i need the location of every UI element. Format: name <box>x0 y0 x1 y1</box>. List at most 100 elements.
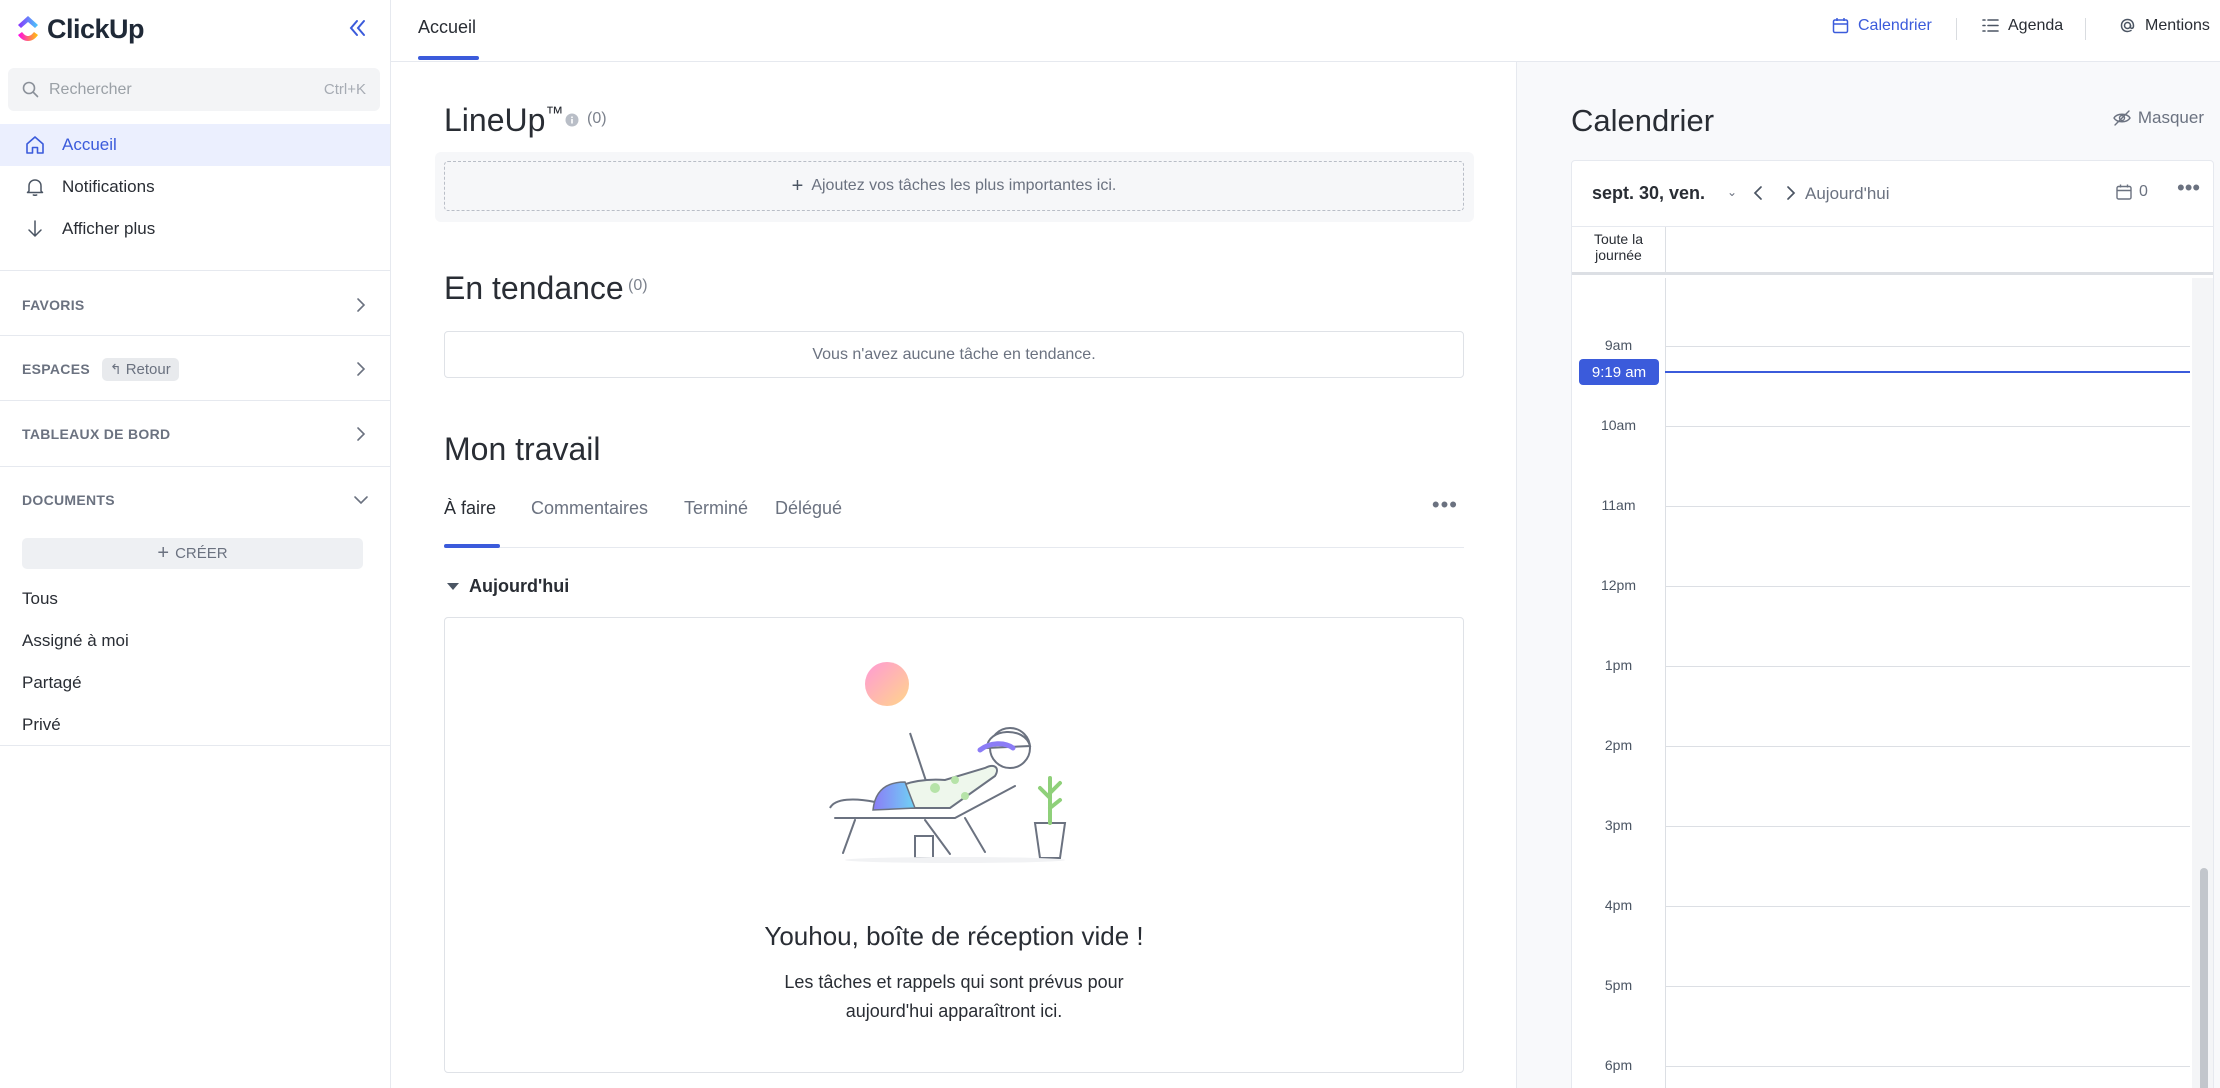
view-mentions-button[interactable]: Mentions <box>2118 16 2210 35</box>
separator <box>1665 227 1666 275</box>
hour-line <box>1665 346 2190 347</box>
chevron-right-icon[interactable] <box>352 425 370 443</box>
hour-label: 12pm <box>1600 577 1637 593</box>
tab-todo[interactable]: À faire <box>444 498 496 519</box>
section-documents[interactable]: DOCUMENTS <box>22 488 370 512</box>
sidebar-item-home[interactable]: Accueil <box>0 124 390 166</box>
hour-line <box>1665 586 2190 587</box>
divider <box>0 335 391 336</box>
bell-icon <box>26 179 44 196</box>
calendar-panel: Calendrier Masquer sept. 30, ven. ⌄ Aujo… <box>1517 62 2220 1088</box>
search-icon <box>22 81 39 98</box>
create-label: CRÉER <box>175 545 228 562</box>
tab-home[interactable]: Accueil <box>418 17 476 38</box>
trending-empty-text: Vous n'avez aucune tâche en tendance. <box>812 345 1096 363</box>
tab-comments[interactable]: Commentaires <box>531 498 648 519</box>
chevron-left-icon[interactable] <box>1750 184 1768 202</box>
hour-label: 5pm <box>1604 977 1633 993</box>
divider <box>0 466 391 467</box>
top-bar: Accueil Calendrier Agenda Mentions <box>391 0 2220 62</box>
plus-icon: + <box>157 542 170 564</box>
tab-done[interactable]: Terminé <box>684 498 748 519</box>
doc-link-private[interactable]: Privé <box>22 715 61 735</box>
active-tab-indicator <box>418 56 479 60</box>
sidebar-item-notifications[interactable]: Notifications <box>0 166 390 208</box>
today-button[interactable]: Aujourd'hui <box>1805 184 1890 204</box>
section-spaces[interactable]: ESPACES ↰ Retour <box>22 357 370 381</box>
hour-line <box>1665 426 2190 427</box>
view-calendar-label: Calendrier <box>1858 16 1932 34</box>
hour-line <box>1665 826 2190 827</box>
chevron-down-icon[interactable] <box>352 491 370 509</box>
main-content: LineUp™ (0) + Ajoutez vos tâches les plu… <box>391 62 1517 1088</box>
work-tabs: À faire Commentaires Terminé Délégué ••• <box>444 492 1464 548</box>
create-doc-button[interactable]: + CRÉER <box>22 538 363 569</box>
sidebar-item-show-more[interactable]: Afficher plus <box>0 208 390 250</box>
tab-delegated[interactable]: Délégué <box>775 498 842 519</box>
sidebar-item-label: Afficher plus <box>62 219 156 238</box>
add-lineup-label: Ajoutez vos tâches les plus importantes … <box>811 177 1117 194</box>
view-calendar-button[interactable]: Calendrier <box>1831 16 1932 35</box>
event-count-value: 0 <box>2139 183 2148 200</box>
logo[interactable]: ClickUp <box>15 12 145 46</box>
divider <box>0 745 391 746</box>
all-day-label: Toute la journée <box>1593 231 1644 263</box>
calendar-date-picker[interactable]: sept. 30, ven. <box>1592 183 1705 204</box>
calendar-time-grid[interactable]: 8am9am10am11am12pm1pm2pm3pm4pm5pm6pm 9:1… <box>1572 278 2213 1088</box>
logo-text: ClickUp <box>47 13 145 44</box>
caret-down-icon <box>447 583 459 590</box>
view-agenda-button[interactable]: Agenda <box>1981 16 2063 35</box>
chevron-right-icon[interactable] <box>1781 184 1799 202</box>
section-favorites[interactable]: FAVORIS <box>22 293 370 317</box>
back-arrow-icon: ↰ <box>109 360 122 377</box>
hide-label: Masquer <box>2137 108 2204 127</box>
calendar-header: sept. 30, ven. ⌄ Aujourd'hui 0 ••• <box>1572 161 2213 227</box>
lineup-title: LineUp™ <box>444 102 563 139</box>
search-bar[interactable]: Ctrl+K <box>8 68 380 111</box>
empty-inbox-description: Les tâches et rappels qui sont prévus po… <box>784 972 1124 1021</box>
search-input[interactable] <box>49 80 324 99</box>
hour-label: 11am <box>1601 497 1636 513</box>
today-group-header[interactable]: Aujourd'hui <box>447 576 569 597</box>
chevron-right-icon[interactable] <box>352 360 370 378</box>
plus-icon: + <box>791 174 804 197</box>
back-button[interactable]: ↰ Retour <box>101 357 179 381</box>
section-title: TABLEAUX DE BORD <box>22 426 171 442</box>
scrollbar-thumb[interactable] <box>2200 868 2208 1088</box>
list-icon <box>1982 19 1999 32</box>
doc-link-all[interactable]: Tous <box>22 589 58 609</box>
hour-line <box>1665 1066 2190 1067</box>
hour-label: 10am <box>1600 417 1637 433</box>
collapse-sidebar-icon[interactable] <box>344 15 370 41</box>
back-label: Retour <box>125 360 171 378</box>
at-icon <box>2120 18 2135 33</box>
sidebar-item-label: Notifications <box>62 177 155 196</box>
hour-label: 6pm <box>1604 1057 1633 1073</box>
calendar-icon <box>2116 184 2132 200</box>
lineup-count: (0) <box>587 110 607 127</box>
section-dashboards[interactable]: TABLEAUX DE BORD <box>22 422 370 446</box>
current-time-badge: 9:19 am <box>1579 359 1659 386</box>
chevron-right-icon[interactable] <box>352 296 370 314</box>
more-options-icon[interactable]: ••• <box>2177 175 2200 201</box>
all-day-row: Toute la journée <box>1572 227 2213 275</box>
trending-empty-box: Vous n'avez aucune tâche en tendance. <box>444 331 1464 378</box>
trademark: ™ <box>545 103 564 123</box>
calendar-event-count[interactable]: 0 <box>2115 183 2148 201</box>
today-group-label: Aujourd'hui <box>469 576 570 596</box>
hide-calendar-button[interactable]: Masquer <box>2112 108 2204 128</box>
chevron-down-icon[interactable]: ⌄ <box>1727 185 1737 199</box>
add-lineup-task-button[interactable]: + Ajoutez vos tâches les plus importante… <box>444 161 1464 211</box>
doc-link-assigned[interactable]: Assigné à moi <box>22 631 129 651</box>
arrow-down-icon <box>28 220 42 237</box>
hour-label: 1pm <box>1604 657 1633 673</box>
info-icon[interactable] <box>565 113 579 127</box>
app-root: ClickUp Ctrl+K Accueil Notifications <box>0 0 2220 1088</box>
section-title: FAVORIS <box>22 297 85 313</box>
more-options-icon[interactable]: ••• <box>1432 492 1458 518</box>
home-icon <box>26 136 44 154</box>
calendar-title: Calendrier <box>1571 103 1715 138</box>
doc-link-shared[interactable]: Partagé <box>22 673 82 693</box>
eye-off-icon <box>2113 110 2131 126</box>
hour-line <box>1665 666 2190 667</box>
